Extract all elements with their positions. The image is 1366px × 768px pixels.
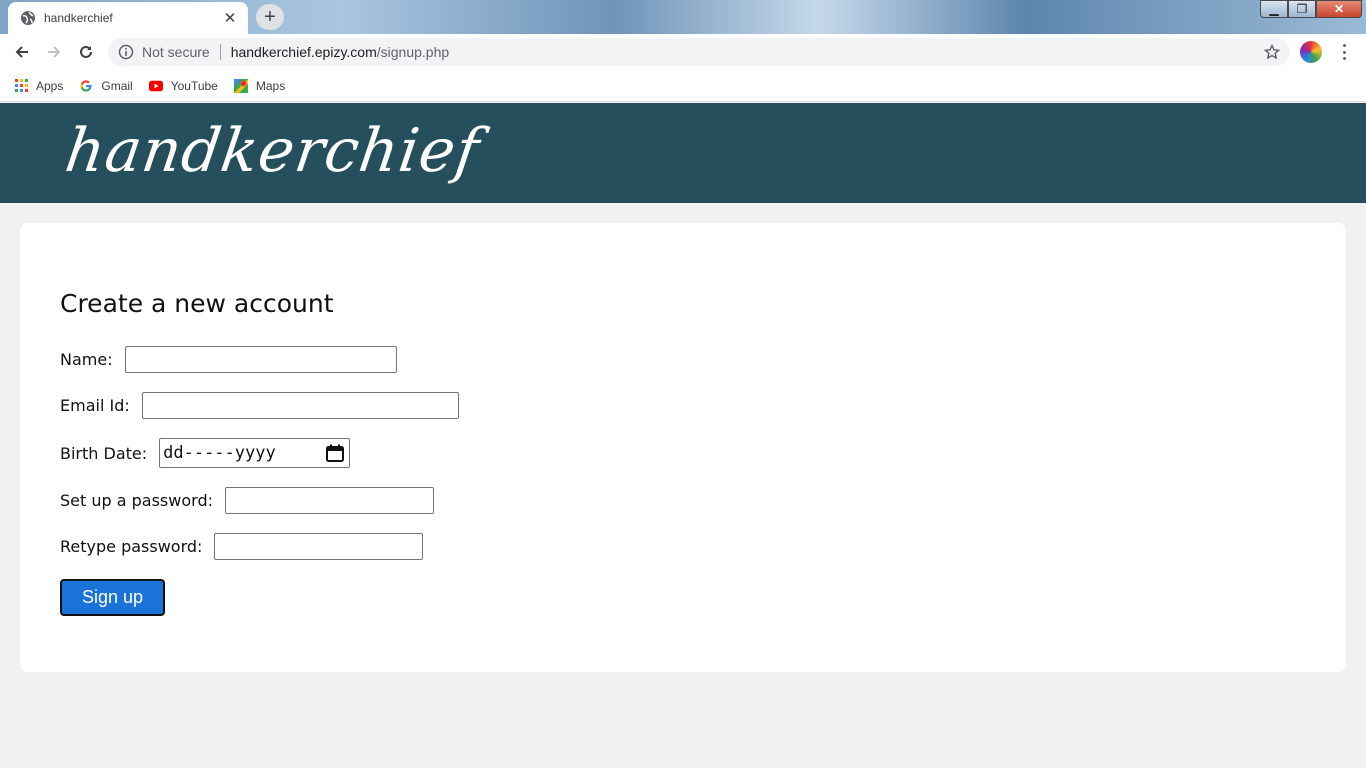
globe-icon bbox=[21, 11, 35, 25]
birth-date-placeholder: dd-----yyyy bbox=[163, 443, 276, 463]
calendar-icon[interactable] bbox=[325, 443, 345, 463]
bookmark-label: Gmail bbox=[101, 78, 133, 93]
bookmark-label: YouTube bbox=[170, 78, 218, 93]
email-label: Email Id: bbox=[60, 396, 130, 415]
browser-toolbar: Not secure handkerchief.epizy.com/signup… bbox=[0, 34, 1366, 70]
google-g-icon bbox=[79, 79, 93, 93]
sign-up-button[interactable]: Sign up bbox=[60, 579, 165, 616]
bookmark-label: Apps bbox=[36, 78, 64, 93]
retype-password-label: Retype password: bbox=[60, 537, 203, 556]
maximize-window-button[interactable]: ❐ bbox=[1288, 0, 1316, 18]
not-secure-label: Not secure bbox=[142, 44, 210, 60]
site-logo[interactable]: handkerchief bbox=[61, 115, 484, 187]
name-row: Name: bbox=[60, 346, 397, 373]
back-button[interactable] bbox=[10, 40, 34, 64]
retype-password-row: Retype password: bbox=[60, 533, 424, 560]
signup-card: Create a new account Name: Email Id: Bir… bbox=[20, 223, 1346, 672]
birth-date-label: Birth Date: bbox=[60, 443, 148, 463]
password-input[interactable] bbox=[224, 487, 434, 514]
birth-date-row: Birth Date: dd-----yyyy bbox=[60, 438, 351, 468]
apps-grid-icon bbox=[14, 79, 28, 93]
reload-button[interactable] bbox=[74, 40, 98, 64]
close-tab-icon[interactable]: ✕ bbox=[222, 9, 238, 27]
address-separator bbox=[219, 44, 221, 60]
browser-title-bar: handkerchief ✕ + ▁ ❐ ✕ bbox=[0, 0, 1366, 34]
bookmark-label: Maps bbox=[255, 78, 286, 93]
birth-date-input[interactable]: dd-----yyyy bbox=[159, 438, 351, 468]
arrow-left-icon bbox=[15, 46, 28, 58]
close-window-button[interactable]: ✕ bbox=[1316, 0, 1362, 18]
arrow-right-icon bbox=[48, 46, 61, 58]
email-row: Email Id: bbox=[60, 392, 459, 419]
address-bar[interactable]: Not secure handkerchief.epizy.com/signup… bbox=[108, 38, 1290, 66]
bookmark-apps[interactable]: Apps bbox=[14, 79, 63, 93]
site-header: handkerchief bbox=[0, 103, 1366, 203]
url-path: /signup.php bbox=[376, 44, 450, 60]
maps-icon bbox=[233, 78, 248, 93]
password-row: Set up a password: bbox=[60, 487, 434, 514]
reload-icon bbox=[80, 45, 92, 58]
bookmark-youtube[interactable]: YouTube bbox=[148, 78, 218, 93]
email-input[interactable] bbox=[141, 392, 459, 419]
bookmarks-bar: Apps Gmail YouTube Maps bbox=[0, 70, 1366, 102]
bookmark-maps[interactable]: Maps bbox=[233, 78, 286, 93]
bookmark-star-icon[interactable] bbox=[1264, 44, 1280, 60]
minimize-window-button[interactable]: ▁ bbox=[1260, 0, 1288, 18]
info-icon[interactable] bbox=[118, 44, 134, 60]
bookmark-gmail[interactable]: Gmail bbox=[79, 78, 133, 93]
browser-menu-icon[interactable] bbox=[1336, 42, 1352, 62]
url-host: handkerchief.epizy.com bbox=[230, 44, 377, 60]
retype-password-input[interactable] bbox=[214, 533, 424, 560]
profile-avatar[interactable] bbox=[1300, 41, 1322, 63]
page-title: Create a new account bbox=[60, 289, 334, 318]
url-text: handkerchief.epizy.com/signup.php bbox=[231, 44, 449, 60]
tab-title: handkerchief bbox=[44, 11, 113, 25]
name-input[interactable] bbox=[124, 346, 397, 373]
forward-button[interactable] bbox=[42, 40, 66, 64]
password-label: Set up a password: bbox=[60, 491, 213, 510]
new-tab-button[interactable]: + bbox=[256, 4, 284, 30]
youtube-icon bbox=[148, 79, 163, 93]
name-label: Name: bbox=[60, 350, 113, 369]
browser-tab[interactable]: handkerchief ✕ bbox=[8, 2, 248, 34]
